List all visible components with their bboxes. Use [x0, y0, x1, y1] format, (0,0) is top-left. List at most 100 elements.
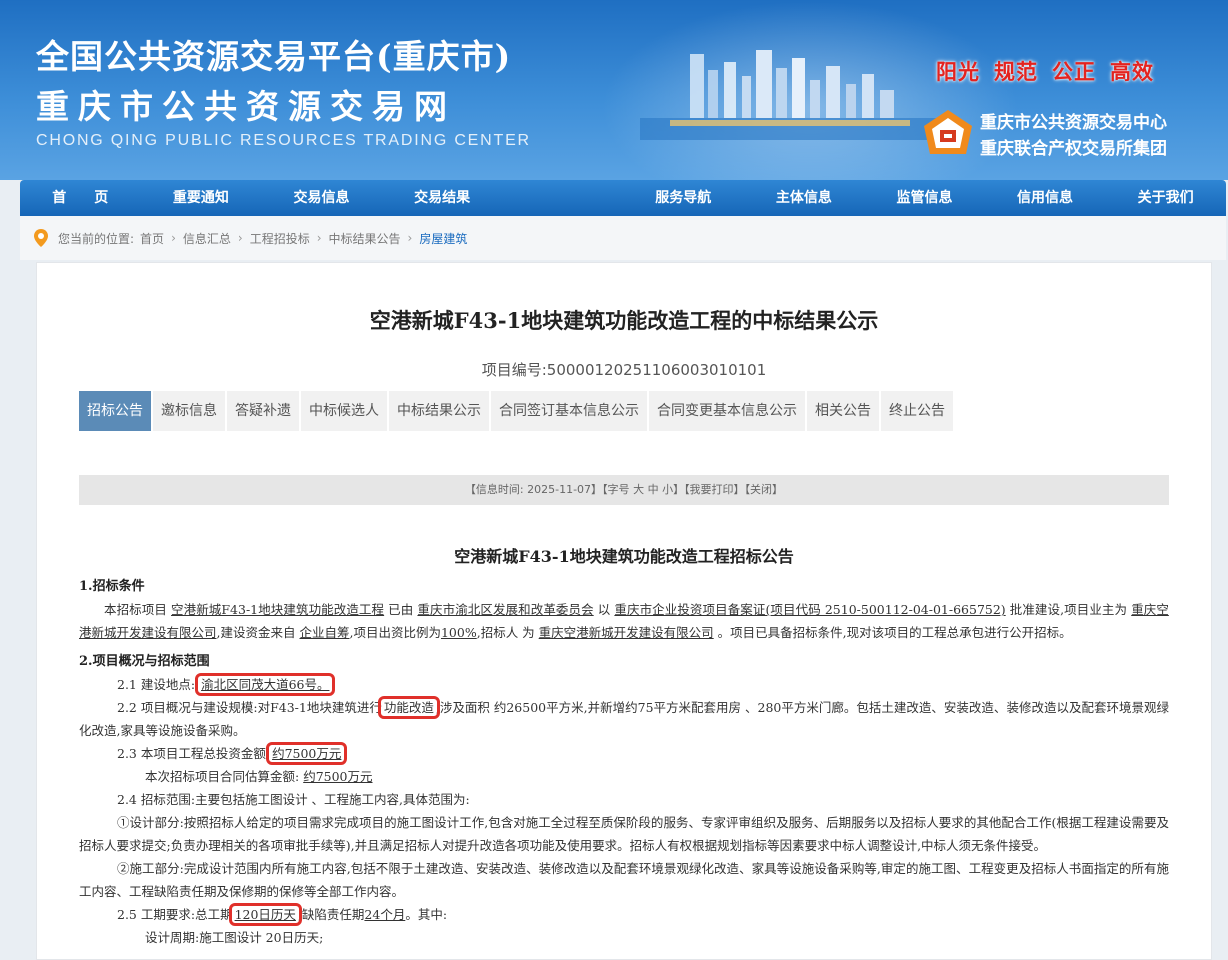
section-2-5-design-period: 设计周期:施工图设计 20日历天; — [145, 930, 324, 945]
main-nav: 首 页 重要通知 交易信息 交易结果 服务导航 主体信息 监管信息 信用信息 关… — [20, 180, 1226, 216]
section-2-heading: 2.项目概况与招标范围 — [79, 654, 210, 669]
slogan-3: 公正 — [1052, 60, 1096, 84]
text: 。其中: — [405, 907, 448, 922]
breadcrumb-current[interactable]: 房屋建筑 — [419, 230, 467, 247]
total-investment-highlight: 约7500万元 — [266, 742, 348, 765]
site-title-english: CHONG QING PUBLIC RESOURCES TRADING CENT… — [36, 132, 531, 149]
tab-related-notices[interactable]: 相关公告 — [807, 391, 881, 431]
breadcrumb-home[interactable]: 首页 — [140, 230, 164, 247]
text: 2.3 本项目工程总投资金额: — [117, 746, 271, 761]
text: 以 — [597, 602, 611, 617]
org-name-2: 重庆联合产权交易所集团 — [980, 139, 1167, 159]
nav-item-supervision-info[interactable]: 监管信息 — [864, 180, 985, 216]
nav-item-credit-info[interactable]: 信用信息 — [985, 180, 1106, 216]
text: ,项目出资比例为 — [349, 625, 441, 640]
breadcrumb-separator: › — [407, 231, 413, 245]
breadcrumb-separator: › — [316, 231, 322, 245]
section-2-2: 2.2 项目概况与建设规模:对F43-1地块建筑进行 功能改造 ,涉及面积 约265… — [79, 696, 1169, 742]
project-name-link: 空港新城F43-1地块建筑功能改造工程 — [171, 602, 385, 617]
text: ,招标人 为 — [476, 625, 535, 640]
header-banner: 全国公共资源交易平台(重庆市) 重庆市公共资源交易网 CHONG QING PU… — [0, 0, 1228, 180]
org-names: 重庆市公共资源交易中心 重庆联合产权交易所集团 — [980, 110, 1167, 162]
nav-item-entity-info[interactable]: 主体信息 — [744, 180, 865, 216]
slogan-2: 规范 — [994, 60, 1038, 84]
text: ,建设资金来自 — [216, 625, 296, 640]
font-size-large-button[interactable]: 大 — [633, 483, 644, 496]
section-2-4-construction: ②施工部分:完成设计范围内所有施工内容,包括不限于土建改造、安装改造、装修改造以… — [79, 861, 1169, 899]
text: 2.1 建设地点: — [117, 677, 196, 692]
breadcrumb-separator: › — [171, 231, 176, 245]
site-title-line2: 重庆市公共资源交易网 — [36, 87, 456, 126]
font-size-small-button[interactable]: 小 — [662, 483, 673, 496]
section-1-paragraph: 本招标项目 空港新城F43-1地块建筑功能改造工程 已由 重庆市渝北区发展和改革… — [79, 598, 1169, 644]
contract-estimate: 约7500万元 — [303, 769, 373, 784]
breadcrumb-separator: › — [237, 231, 243, 245]
tenderer-link: 重庆空港新城开发建设有限公司 — [538, 625, 714, 640]
section-2-4: 2.4 招标范围:主要包括施工图设计 、工程施工内容,具体范围为: — [117, 792, 470, 807]
text: 已由 — [388, 602, 414, 617]
notice-tabs: 招标公告 邀标信息 答疑补遗 中标候选人 中标结果公示 合同签订基本信息公示 合… — [79, 391, 955, 431]
text: 本次招标项目合同估算金额: — [145, 769, 300, 784]
approval-doc-link: 重庆市企业投资项目备案证(项目代码 2510-500112-04-01-6657… — [614, 602, 1006, 617]
tab-contract-change[interactable]: 合同变更基本信息公示 — [649, 391, 807, 431]
content-card: 空港新城F43-1地块建筑功能改造工程的中标结果公示 项目编号:50000120… — [36, 262, 1212, 960]
tab-award-result[interactable]: 中标结果公示 — [389, 391, 491, 431]
text: 2.2 项目概况与建设规模:对F43-1地块建筑进行 — [117, 700, 382, 715]
print-button[interactable]: 【我要打印】 — [684, 483, 745, 496]
nav-item-about-us[interactable]: 关于我们 — [1105, 180, 1226, 216]
document-body: 1.招标条件 本招标项目 空港新城F43-1地块建筑功能改造工程 已由 重庆市渝… — [79, 575, 1169, 949]
tab-tender-notice[interactable]: 招标公告 — [79, 391, 153, 431]
function-renovation-highlight: 功能改造 — [377, 696, 440, 719]
tab-termination-notice[interactable]: 终止公告 — [881, 391, 955, 431]
duration-highlight: 120日历天 — [228, 903, 302, 926]
approver-link: 重庆市渝北区发展和改革委员会 — [417, 602, 594, 617]
org-logo-icon — [924, 110, 972, 154]
slogans: 阳光 规范 公正 高效 — [936, 56, 1154, 86]
slogan-1: 阳光 — [936, 60, 980, 84]
construction-site-highlight: 渝北区同茂大道66号。 — [195, 673, 336, 696]
location-pin-icon — [34, 229, 48, 247]
close-button[interactable]: 【关闭】 — [745, 483, 784, 496]
breadcrumb-engineering-bidding[interactable]: 工程招投标 — [250, 230, 310, 247]
site-title: 全国公共资源交易平台(重庆市) 重庆市公共资源交易网 CHONG QING PU… — [36, 30, 531, 150]
tab-q-and-a[interactable]: 答疑补遗 — [227, 391, 301, 431]
fund-ratio: 100% — [440, 625, 477, 640]
tab-contract-signing[interactable]: 合同签订基本信息公示 — [491, 391, 649, 431]
project-number: 项目编号:500001202511060030101​01 — [481, 361, 767, 379]
site-title-line1: 全国公共资源交易平台(重庆市) — [36, 37, 512, 76]
nav-item-notices[interactable]: 重要通知 — [141, 180, 262, 216]
nav-item-blurred[interactable] — [502, 180, 623, 216]
nav-item-home[interactable]: 首 页 — [20, 180, 141, 216]
text: 2.5 工期要求:总工期 — [117, 907, 233, 922]
fund-source: 企业自筹 — [299, 625, 350, 640]
info-time: 【信息时间: 2025-11-07】 — [464, 483, 603, 496]
font-size-medium-button[interactable]: 中 — [648, 483, 659, 496]
org-name-1: 重庆市公共资源交易中心 — [980, 113, 1167, 133]
text: ,缺陷责任期 — [297, 907, 365, 922]
slogan-4: 高效 — [1110, 60, 1154, 84]
tab-invitation-info[interactable]: 邀标信息 — [153, 391, 227, 431]
font-size-prefix: 【字号 — [602, 483, 630, 496]
page-title: 空港新城F43-1地块建筑功能改造工程的中标结果公示 — [369, 308, 879, 333]
section-1-heading: 1.招标条件 — [79, 579, 145, 594]
city-skyline-image — [640, 50, 940, 140]
tab-candidates[interactable]: 中标候选人 — [301, 391, 389, 431]
nav-item-service-guide[interactable]: 服务导航 — [623, 180, 744, 216]
section-2-1: 2.1 建设地点: 渝北区同茂大道66号。 — [79, 673, 1169, 696]
section-2-3-contract: 本次招标项目合同估算金额: 约7500万元 — [79, 765, 1169, 788]
text: 。项目已具备招标条件,现对该项目的工程总承包进行公开招标。 — [717, 625, 1072, 640]
section-2-3: 2.3 本项目工程总投资金额: 约7500万元 — [79, 742, 1169, 765]
breadcrumb-info-summary[interactable]: 信息汇总 — [183, 230, 231, 247]
nav-item-trade-info[interactable]: 交易信息 — [261, 180, 382, 216]
font-size-suffix: 】 — [673, 483, 685, 496]
document-title: 空港新城F43-1地块建筑功能改造工程招标公告 — [454, 547, 794, 566]
breadcrumb-prefix: 您当前的位置: — [58, 231, 135, 246]
section-2-5: 2.5 工期要求:总工期 120日历天 ,缺陷责任期24个月。其中: — [79, 903, 1169, 926]
text: 本招标项目 — [104, 602, 167, 617]
breadcrumb-award-results[interactable]: 中标结果公告 — [329, 230, 401, 247]
nav-item-trade-results[interactable]: 交易结果 — [382, 180, 503, 216]
section-2-4-design: ①设计部分:按照招标人给定的项目需求完成项目的施工图设计工作,包含对施工全过程至… — [79, 815, 1169, 853]
breadcrumb: 您当前的位置: 首页 › 信息汇总 › 工程招投标 › 中标结果公告 › 房屋建… — [20, 216, 1226, 260]
info-bar: 【信息时间: 2025-11-07】【字号 大 中 小】【我要打印】【关闭】 — [79, 475, 1169, 505]
defect-period: 24个月 — [364, 907, 406, 922]
